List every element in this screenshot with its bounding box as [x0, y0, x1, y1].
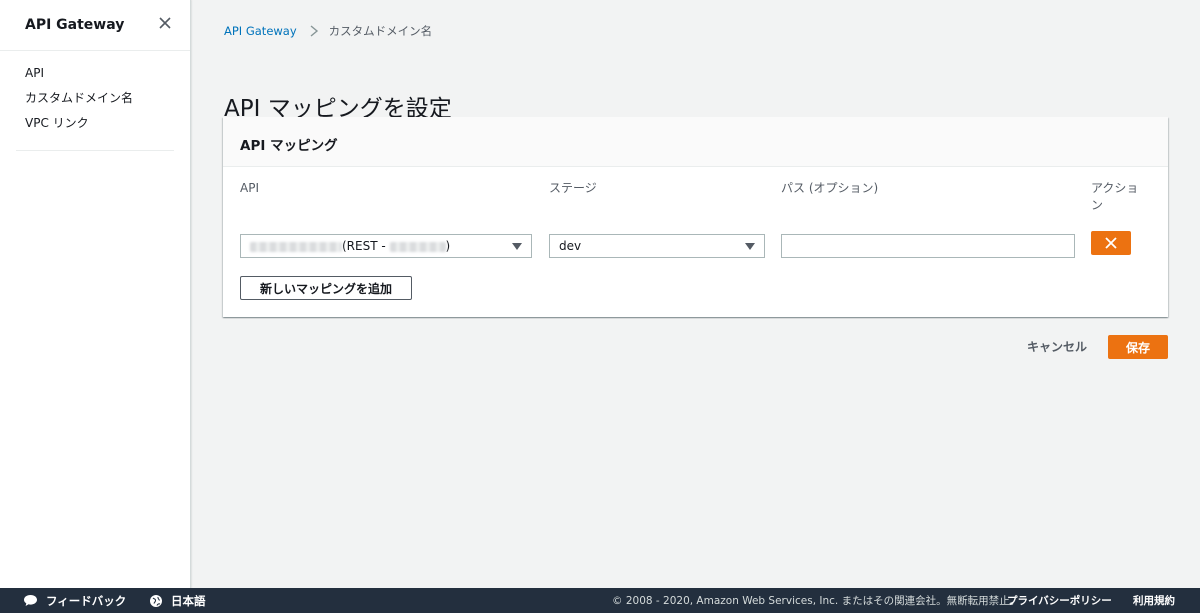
x-icon	[1105, 237, 1117, 249]
redacted-api-id	[389, 241, 446, 252]
stage-select-value: dev	[559, 239, 582, 253]
language-label: 日本語	[171, 593, 206, 608]
column-label-stage: ステージ	[549, 181, 597, 195]
close-icon[interactable]	[156, 14, 174, 32]
copyright-text: © 2008 - 2020, Amazon Web Services, Inc.…	[612, 595, 1021, 607]
sidebar-item-vpc-links[interactable]: VPC リンク	[25, 115, 190, 140]
stage-select[interactable]: dev	[549, 234, 765, 258]
save-button[interactable]: 保存	[1108, 335, 1168, 359]
language-selector[interactable]: 日本語	[149, 588, 206, 613]
sidebar-item-custom-domain-names[interactable]: カスタムドメイン名	[25, 90, 190, 115]
breadcrumb-current: カスタムドメイン名	[328, 24, 433, 38]
column-label-api: API	[240, 181, 259, 195]
privacy-policy-link[interactable]: プライバシーポリシー	[1007, 588, 1112, 613]
chevron-right-icon	[309, 24, 319, 38]
terms-link[interactable]: 利用規約	[1133, 588, 1175, 613]
globe-icon	[150, 594, 162, 607]
cancel-button[interactable]: キャンセル	[1027, 338, 1087, 355]
sidebar: API Gateway API カスタムドメイン名 VPC リンク	[0, 0, 191, 588]
breadcrumb-link-api-gateway[interactable]: API Gateway	[224, 24, 297, 38]
main-content: API Gateway カスタムドメイン名 API マッピングを設定 API マ…	[191, 0, 1200, 588]
column-label-path: パス (オプション)	[781, 181, 879, 195]
sidebar-nav: API カスタムドメイン名 VPC リンク	[0, 51, 190, 140]
add-mapping-button[interactable]: 新しいマッピングを追加	[240, 276, 412, 300]
column-label-action: アクション	[1091, 181, 1139, 212]
privacy-policy-label: プライバシーポリシー	[1007, 595, 1112, 607]
speech-bubble-icon	[24, 595, 37, 606]
feedback-label: フィードバック	[46, 593, 127, 608]
sidebar-header: API Gateway	[0, 0, 190, 51]
panel-header: API マッピング	[223, 117, 1168, 167]
terms-label: 利用規約	[1133, 595, 1175, 607]
panel-title: API マッピング	[240, 138, 338, 154]
api-select-type: (REST -	[342, 239, 390, 253]
breadcrumb: API Gateway カスタムドメイン名	[224, 23, 432, 39]
caret-down-icon	[512, 243, 522, 250]
path-input[interactable]	[781, 234, 1075, 258]
remove-mapping-button[interactable]	[1091, 231, 1131, 255]
footer: フィードバック 日本語 © 2008 - 2020, Amazon Web Se…	[0, 588, 1200, 613]
api-select[interactable]: (REST - )	[240, 234, 532, 258]
sidebar-item-api[interactable]: API	[25, 65, 190, 90]
feedback-link[interactable]: フィードバック	[23, 588, 126, 613]
redacted-api-name	[250, 241, 342, 252]
caret-down-icon	[745, 243, 755, 250]
sidebar-title: API Gateway	[25, 17, 125, 33]
api-mapping-panel: API マッピング API ステージ パス (オプション) アクション (RES…	[223, 117, 1168, 317]
api-select-close: )	[445, 239, 451, 253]
sidebar-divider	[16, 150, 174, 151]
